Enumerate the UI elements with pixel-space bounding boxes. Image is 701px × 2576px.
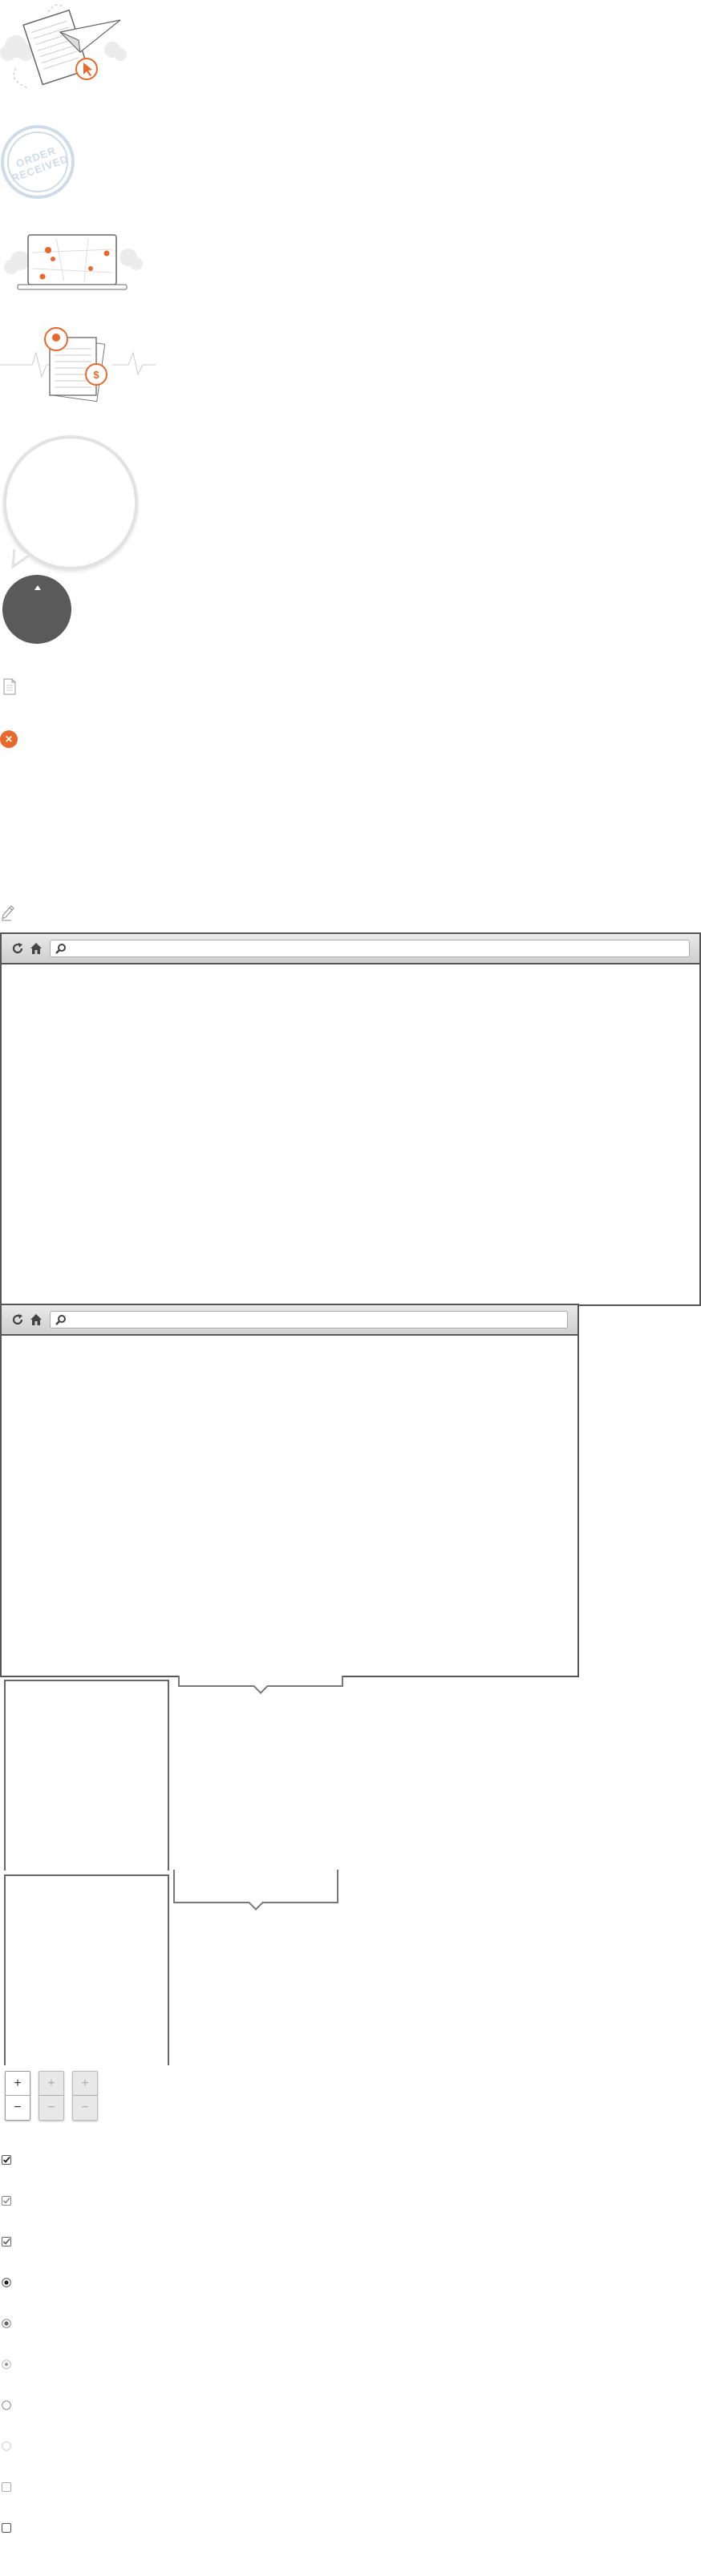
radio-empty-disabled[interactable] bbox=[2, 2441, 11, 2451]
decrement-button[interactable]: − bbox=[6, 2096, 30, 2119]
checkbox-empty[interactable] bbox=[2, 2523, 11, 2533]
quantity-stepper-1[interactable]: + − bbox=[5, 2071, 30, 2121]
dark-menu-circle[interactable] bbox=[2, 575, 71, 644]
browser-window-large bbox=[0, 932, 701, 1306]
tooltip-1 bbox=[178, 1676, 343, 1694]
side-panel-2 bbox=[4, 1874, 169, 2065]
checkbox-checked-focus[interactable] bbox=[2, 2237, 11, 2246]
decrement-button[interactable]: − bbox=[39, 2096, 63, 2119]
address-bar[interactable] bbox=[50, 940, 690, 957]
home-icon[interactable] bbox=[30, 1313, 43, 1326]
reload-icon[interactable] bbox=[11, 1313, 24, 1326]
decrement-button[interactable]: − bbox=[73, 2096, 97, 2119]
search-icon bbox=[55, 944, 66, 954]
checkbox-checked[interactable] bbox=[2, 2155, 11, 2165]
speech-bubble-tail bbox=[11, 549, 30, 570]
address-bar[interactable] bbox=[50, 1311, 568, 1328]
checkbox-empty-disabled[interactable] bbox=[2, 2482, 11, 2492]
side-panel-1 bbox=[4, 1680, 169, 1870]
browser-toolbar bbox=[2, 934, 699, 964]
send-document-illustration bbox=[0, 4, 127, 89]
svg-text:$: $ bbox=[93, 369, 99, 381]
tooltip-arrow bbox=[253, 1678, 269, 1694]
increment-button[interactable]: + bbox=[39, 2072, 63, 2096]
pencil-icon[interactable] bbox=[0, 904, 14, 921]
radio-selected-hover[interactable] bbox=[2, 2319, 11, 2328]
search-icon bbox=[55, 1315, 66, 1325]
radio-selected-disabled[interactable] bbox=[2, 2360, 11, 2369]
tooltip-2 bbox=[173, 1870, 338, 1911]
location-price-illustration: $ bbox=[0, 327, 156, 402]
browser-toolbar bbox=[2, 1305, 577, 1336]
map-laptop-illustration bbox=[4, 234, 143, 290]
quantity-stepper-2[interactable]: + − bbox=[38, 2071, 64, 2121]
increment-button[interactable]: + bbox=[73, 2072, 97, 2096]
document-icon[interactable] bbox=[2, 678, 17, 696]
close-badge-icon[interactable]: ✕ bbox=[0, 730, 18, 748]
checkbox-checked-hover[interactable] bbox=[2, 2196, 11, 2206]
quantity-stepper-3[interactable]: + − bbox=[72, 2071, 98, 2121]
caret-up-icon bbox=[34, 585, 41, 590]
tooltip-arrow bbox=[248, 1895, 264, 1911]
radio-selected[interactable] bbox=[2, 2278, 11, 2287]
reload-icon[interactable] bbox=[11, 942, 24, 955]
order-received-stamp: ORDER RECEIVED bbox=[1, 125, 75, 199]
increment-button[interactable]: + bbox=[6, 2072, 30, 2096]
browser-window-small bbox=[0, 1304, 579, 1677]
radio-empty[interactable] bbox=[2, 2400, 11, 2410]
home-icon[interactable] bbox=[30, 942, 43, 955]
